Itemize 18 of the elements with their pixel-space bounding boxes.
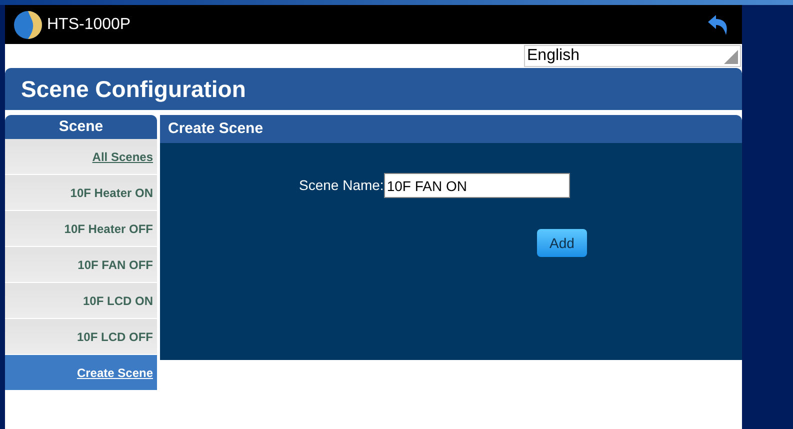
page-header: Scene Configuration <box>5 68 742 110</box>
sidebar-item[interactable]: Create Scene <box>5 355 157 391</box>
language-select[interactable]: English <box>524 45 741 67</box>
back-arrow-icon[interactable] <box>706 14 730 36</box>
sidebar-item[interactable]: 10F Heater ON <box>5 175 157 211</box>
sidebar-item[interactable]: 10F Heater OFF <box>5 211 157 247</box>
panel-header: Create Scene <box>160 115 742 143</box>
sidebar-item[interactable]: All Scenes <box>5 139 157 175</box>
sidebar-header: Scene <box>5 115 157 139</box>
sidebar-item[interactable]: 10F LCD OFF <box>5 319 157 355</box>
scene-name-input[interactable]: 10F FAN ON <box>384 173 570 198</box>
add-button[interactable]: Add <box>537 229 587 257</box>
field-label: Scene Name: <box>299 176 384 195</box>
sidebar-item[interactable]: 10F FAN OFF <box>5 247 157 283</box>
sidebar-item[interactable]: 10F LCD ON <box>5 283 157 319</box>
dropdown-corner-icon <box>724 50 738 64</box>
globe-logo-icon <box>13 10 43 40</box>
app-title: HTS-1000P <box>47 14 131 34</box>
